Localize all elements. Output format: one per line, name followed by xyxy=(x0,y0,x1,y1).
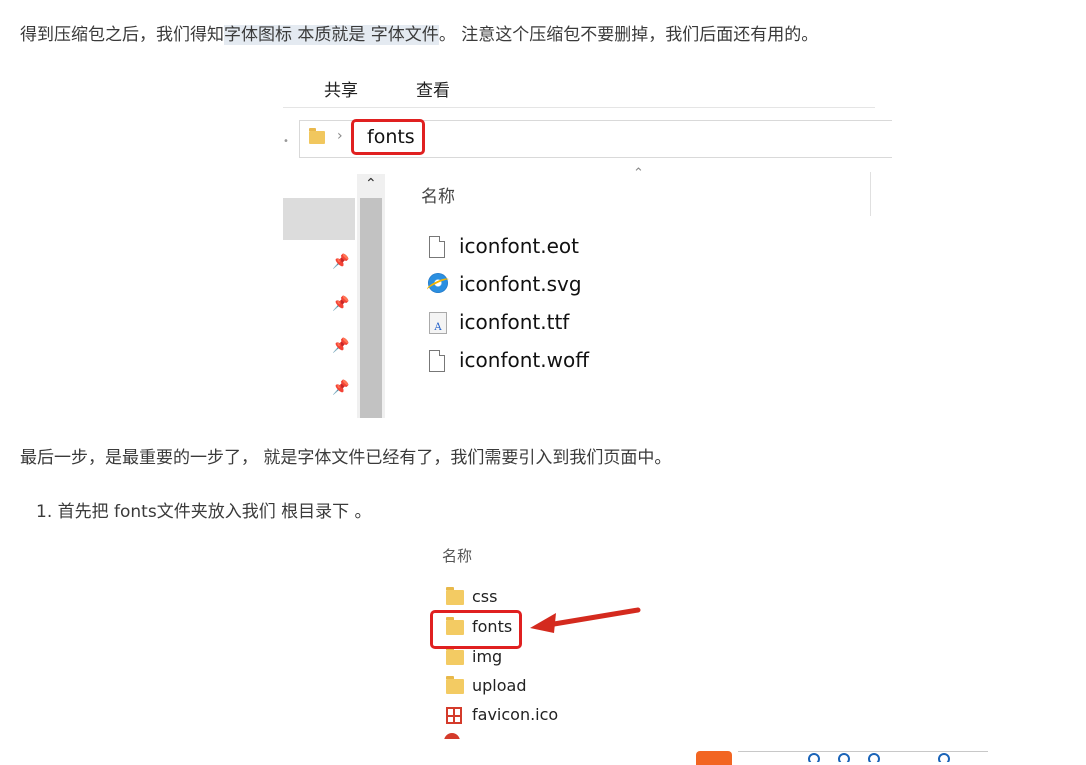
list-item-1: 1. 首先把 fonts文件夹放入我们 根目录下 。 xyxy=(36,502,372,522)
item-name[interactable]: css xyxy=(472,587,497,606)
partial-file-icon xyxy=(444,733,460,739)
fonts-highlight-box xyxy=(430,610,522,649)
item-name[interactable]: upload xyxy=(472,676,527,695)
address-highlight-box xyxy=(351,119,425,155)
nav-dot-icon: • xyxy=(283,136,289,147)
breadcrumb-chevron-icon: › xyxy=(337,128,343,144)
pin-icon[interactable]: 📌 xyxy=(332,254,349,270)
pin-icon[interactable]: 📌 xyxy=(332,296,349,312)
ie-icon xyxy=(428,273,448,293)
item-name[interactable]: img xyxy=(472,647,502,666)
column-header-name[interactable]: 名称 xyxy=(421,182,455,207)
column-header-name[interactable]: 名称 xyxy=(442,545,472,566)
item-name[interactable]: favicon.ico xyxy=(472,705,558,724)
final-step-paragraph: 最后一步，是最重要的一步了， 就是字体文件已经有了，我们需要引入到我们页面中。 xyxy=(20,448,672,468)
ribbon-divider xyxy=(283,107,875,108)
document-icon xyxy=(429,236,445,258)
nav-pane-selected-item[interactable] xyxy=(283,198,355,240)
column-separator[interactable] xyxy=(870,172,871,216)
bottom-toolbar xyxy=(738,751,988,762)
intro-text-end: 。 注意这个压缩包不要删掉，我们后面还有用的。 xyxy=(438,25,819,45)
favicon-icon xyxy=(446,707,462,724)
pin-icon[interactable]: 📌 xyxy=(332,338,349,354)
file-name[interactable]: iconfont.svg xyxy=(459,272,582,296)
toolbar-logo-icon[interactable] xyxy=(696,751,732,765)
document-icon xyxy=(429,350,445,372)
file-name[interactable]: iconfont.eot xyxy=(459,234,579,258)
scrollbar-thumb[interactable] xyxy=(360,198,382,418)
file-name[interactable]: iconfont.ttf xyxy=(459,310,569,334)
file-name[interactable]: iconfont.woff xyxy=(459,348,589,372)
folder-icon xyxy=(446,587,464,605)
font-file-icon: A xyxy=(429,312,447,334)
ribbon-tab-view[interactable]: 查看 xyxy=(416,76,450,101)
explorer-screenshot-fonts: 共享 查看 • › fonts ⌃ 📌 📌 📌 📌 ⌃ 名称 iconfont.… xyxy=(283,66,892,418)
intro-paragraph: 得到压缩包之后，我们得知字体图标 本质就是 字体文件。 注意这个压缩包不要删掉，… xyxy=(20,20,818,45)
folder-icon xyxy=(446,676,464,694)
intro-text-highlight: 字体图标 本质就是 字体文件 xyxy=(224,25,439,45)
sort-ascending-icon: ⌃ xyxy=(633,166,644,181)
address-folder-icon xyxy=(309,128,325,144)
red-arrow-icon xyxy=(530,607,641,633)
folder-icon xyxy=(446,647,464,665)
pin-icon[interactable]: 📌 xyxy=(332,380,349,396)
intro-text-start: 得到压缩包之后，我们得知 xyxy=(20,25,224,45)
scroll-up-icon[interactable]: ⌃ xyxy=(365,176,377,192)
ribbon-tab-share[interactable]: 共享 xyxy=(324,76,358,101)
